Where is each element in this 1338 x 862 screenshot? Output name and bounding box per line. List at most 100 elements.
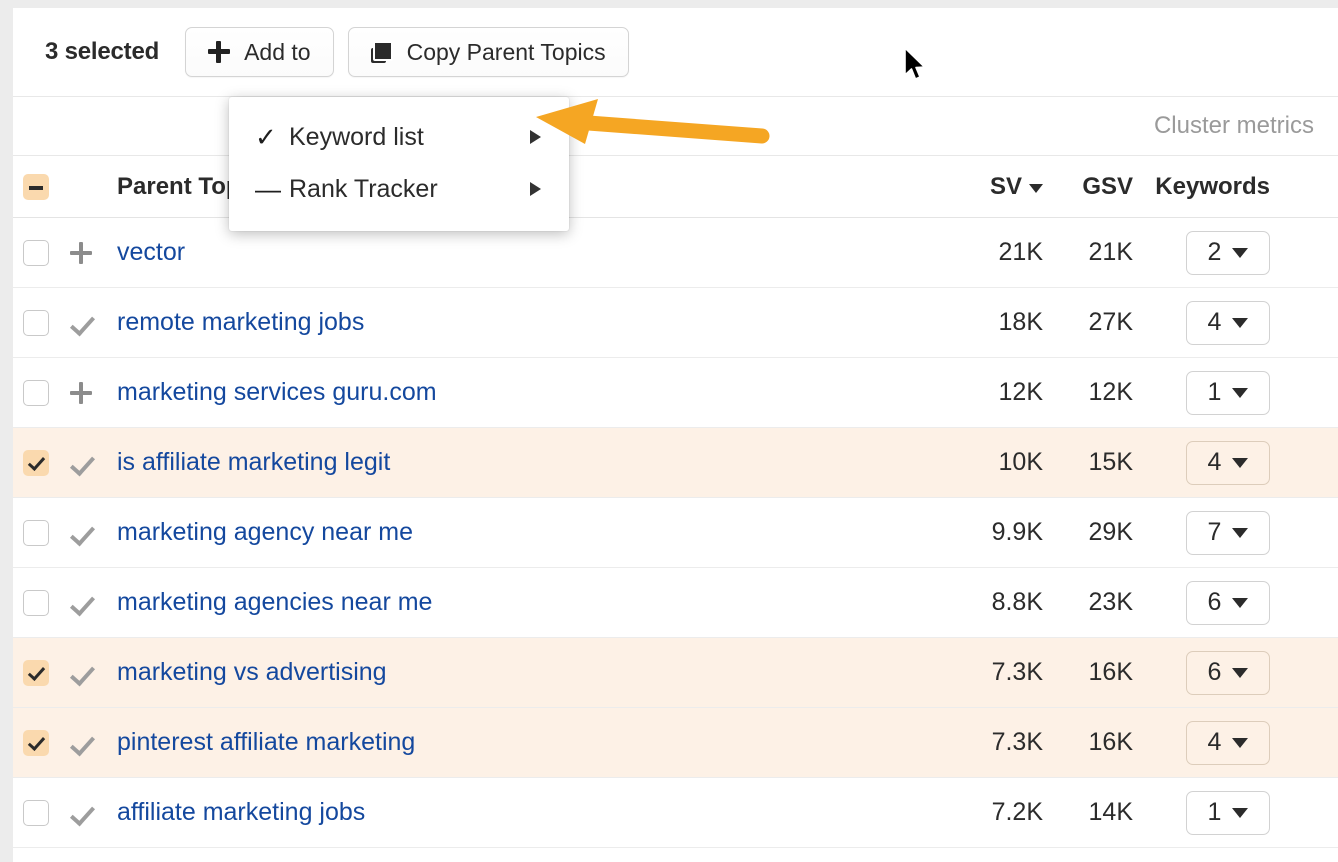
check-icon: ✓ [255, 124, 289, 150]
keywords-count: 4 [1208, 728, 1222, 757]
keywords-count: 1 [1208, 798, 1222, 827]
keywords-count: 6 [1208, 588, 1222, 617]
keywords-count: 1 [1208, 378, 1222, 407]
keywords-dropdown[interactable]: 7 [1186, 511, 1270, 555]
column-header-gsv[interactable]: GSV [1043, 156, 1133, 218]
table-row[interactable]: marketing agencies near me8.8K23K6 [13, 568, 1338, 638]
parent-topic-link[interactable]: marketing agency near me [117, 518, 413, 546]
row-state-cell [59, 498, 103, 568]
row-checkbox[interactable] [23, 590, 49, 616]
table-row[interactable]: marketing services guru.com 12K12K 1 [13, 358, 1338, 428]
keywords-count: 7 [1208, 518, 1222, 547]
row-spacer [1288, 498, 1338, 568]
row-sv-cell: 9.9K [923, 498, 1043, 568]
table-row[interactable]: is affiliate marketing legit10K15K4 [13, 428, 1338, 498]
keywords-dropdown[interactable]: 1 [1186, 371, 1270, 415]
added-check-icon[interactable] [68, 520, 94, 546]
chevron-down-icon [1232, 458, 1248, 468]
keyword-explorer-panel: 3 selected Add to Copy Parent Topics ✓ K… [13, 8, 1338, 862]
table-row[interactable]: remote marketing jobs18K27K4 [13, 288, 1338, 358]
row-checkbox[interactable] [23, 660, 49, 686]
keywords-dropdown[interactable]: 4 [1186, 301, 1270, 345]
row-sv-cell: 21K [923, 218, 1043, 288]
parent-topic-link[interactable]: marketing agencies near me [117, 588, 432, 616]
parent-topic-link[interactable]: vector [117, 238, 185, 266]
chevron-down-icon [1232, 388, 1248, 398]
menu-item-keyword-list[interactable]: ✓ Keyword list [229, 111, 569, 163]
sort-desc-icon [1029, 184, 1043, 193]
parent-topic-link[interactable]: affiliate marketing jobs [117, 798, 365, 826]
chevron-right-icon [530, 130, 541, 144]
row-gsv-cell: 12K [1043, 358, 1133, 428]
row-spacer [1288, 568, 1338, 638]
column-header-sv[interactable]: SV [923, 156, 1043, 218]
row-checkbox[interactable] [23, 380, 49, 406]
keywords-count: 2 [1208, 238, 1222, 267]
add-to-dropdown-menu: ✓ Keyword list — Rank Tracker [229, 97, 569, 231]
add-icon[interactable] [68, 240, 94, 266]
copy-parent-topics-button[interactable]: Copy Parent Topics [348, 27, 629, 77]
parent-topic-link[interactable]: marketing services guru.com [117, 378, 437, 406]
menu-item-rank-tracker[interactable]: — Rank Tracker [229, 163, 569, 215]
keywords-count: 4 [1208, 448, 1222, 477]
menu-item-label: Keyword list [289, 123, 530, 152]
column-header-keywords[interactable]: Keywords [1133, 156, 1288, 218]
keywords-dropdown[interactable]: 4 [1186, 721, 1270, 765]
row-state-cell [59, 288, 103, 358]
table-head: Parent Topic SV GSV Keywords [13, 156, 1338, 218]
added-check-icon[interactable] [68, 660, 94, 686]
parent-topic-link[interactable]: marketing vs advertising [117, 658, 387, 686]
table-row[interactable]: marketing vs advertising7.3K16K6 [13, 638, 1338, 708]
row-keywords-cell: 7 [1133, 498, 1288, 568]
parent-topic-link[interactable]: is affiliate marketing legit [117, 448, 390, 476]
parent-topic-link[interactable]: pinterest affiliate marketing [117, 728, 415, 756]
row-checkbox-cell [13, 428, 59, 498]
keywords-dropdown[interactable]: 4 [1186, 441, 1270, 485]
table-row[interactable]: marketing agency near me 9.9K29K 7 [13, 498, 1338, 568]
row-checkbox[interactable] [23, 800, 49, 826]
row-gsv-cell: 29K [1043, 498, 1133, 568]
parent-topics-table: Parent Topic SV GSV Keywords vector 21K 2 1… [13, 155, 1338, 848]
parent-topic-link[interactable]: remote marketing jobs [117, 308, 364, 336]
row-checkbox[interactable] [23, 520, 49, 546]
row-checkbox[interactable] [23, 310, 49, 336]
added-check-icon[interactable] [68, 310, 94, 336]
table-row[interactable]: vector21K21K2 [13, 218, 1338, 288]
row-spacer [1288, 708, 1338, 778]
row-keywords-cell: 1 [1133, 358, 1288, 428]
row-gsv-cell: 27K [1043, 288, 1133, 358]
chevron-down-icon [1232, 528, 1248, 538]
row-checkbox[interactable] [23, 730, 49, 756]
row-state-cell [59, 778, 103, 848]
keywords-dropdown[interactable]: 6 [1186, 581, 1270, 625]
row-sv-cell: 7.3K [923, 708, 1043, 778]
row-checkbox-cell [13, 638, 59, 708]
row-checkbox[interactable] [23, 240, 49, 266]
copy-parent-topics-label: Copy Parent Topics [407, 39, 606, 66]
added-check-icon[interactable] [68, 590, 94, 616]
row-gsv-cell: 14K [1043, 778, 1133, 848]
keywords-dropdown[interactable]: 6 [1186, 651, 1270, 695]
keywords-dropdown[interactable]: 2 [1186, 231, 1270, 275]
row-sv-cell: 12K [923, 358, 1043, 428]
row-spacer [1288, 218, 1338, 288]
table-row[interactable]: pinterest affiliate marketing 7.3K16K 4 [13, 708, 1338, 778]
select-all-cell [13, 156, 59, 218]
bulk-action-bar: 3 selected Add to Copy Parent Topics [13, 8, 1338, 97]
add-to-button[interactable]: Add to [185, 27, 334, 77]
keywords-dropdown[interactable]: 1 [1186, 791, 1270, 835]
table-row[interactable]: affiliate marketing jobs7.2K14K1 [13, 778, 1338, 848]
add-icon[interactable] [68, 380, 94, 406]
added-check-icon[interactable] [68, 730, 94, 756]
added-check-icon[interactable] [68, 800, 94, 826]
row-checkbox[interactable] [23, 450, 49, 476]
row-gsv-cell: 16K [1043, 708, 1133, 778]
row-sv-cell: 8.8K [923, 568, 1043, 638]
row-state-cell [59, 428, 103, 498]
row-state-cell [59, 708, 103, 778]
row-gsv-cell: 15K [1043, 428, 1133, 498]
added-check-icon[interactable] [68, 450, 94, 476]
cluster-metrics-label: Cluster metrics [1154, 112, 1314, 140]
row-spacer [1288, 358, 1338, 428]
select-all-checkbox[interactable] [23, 174, 49, 200]
